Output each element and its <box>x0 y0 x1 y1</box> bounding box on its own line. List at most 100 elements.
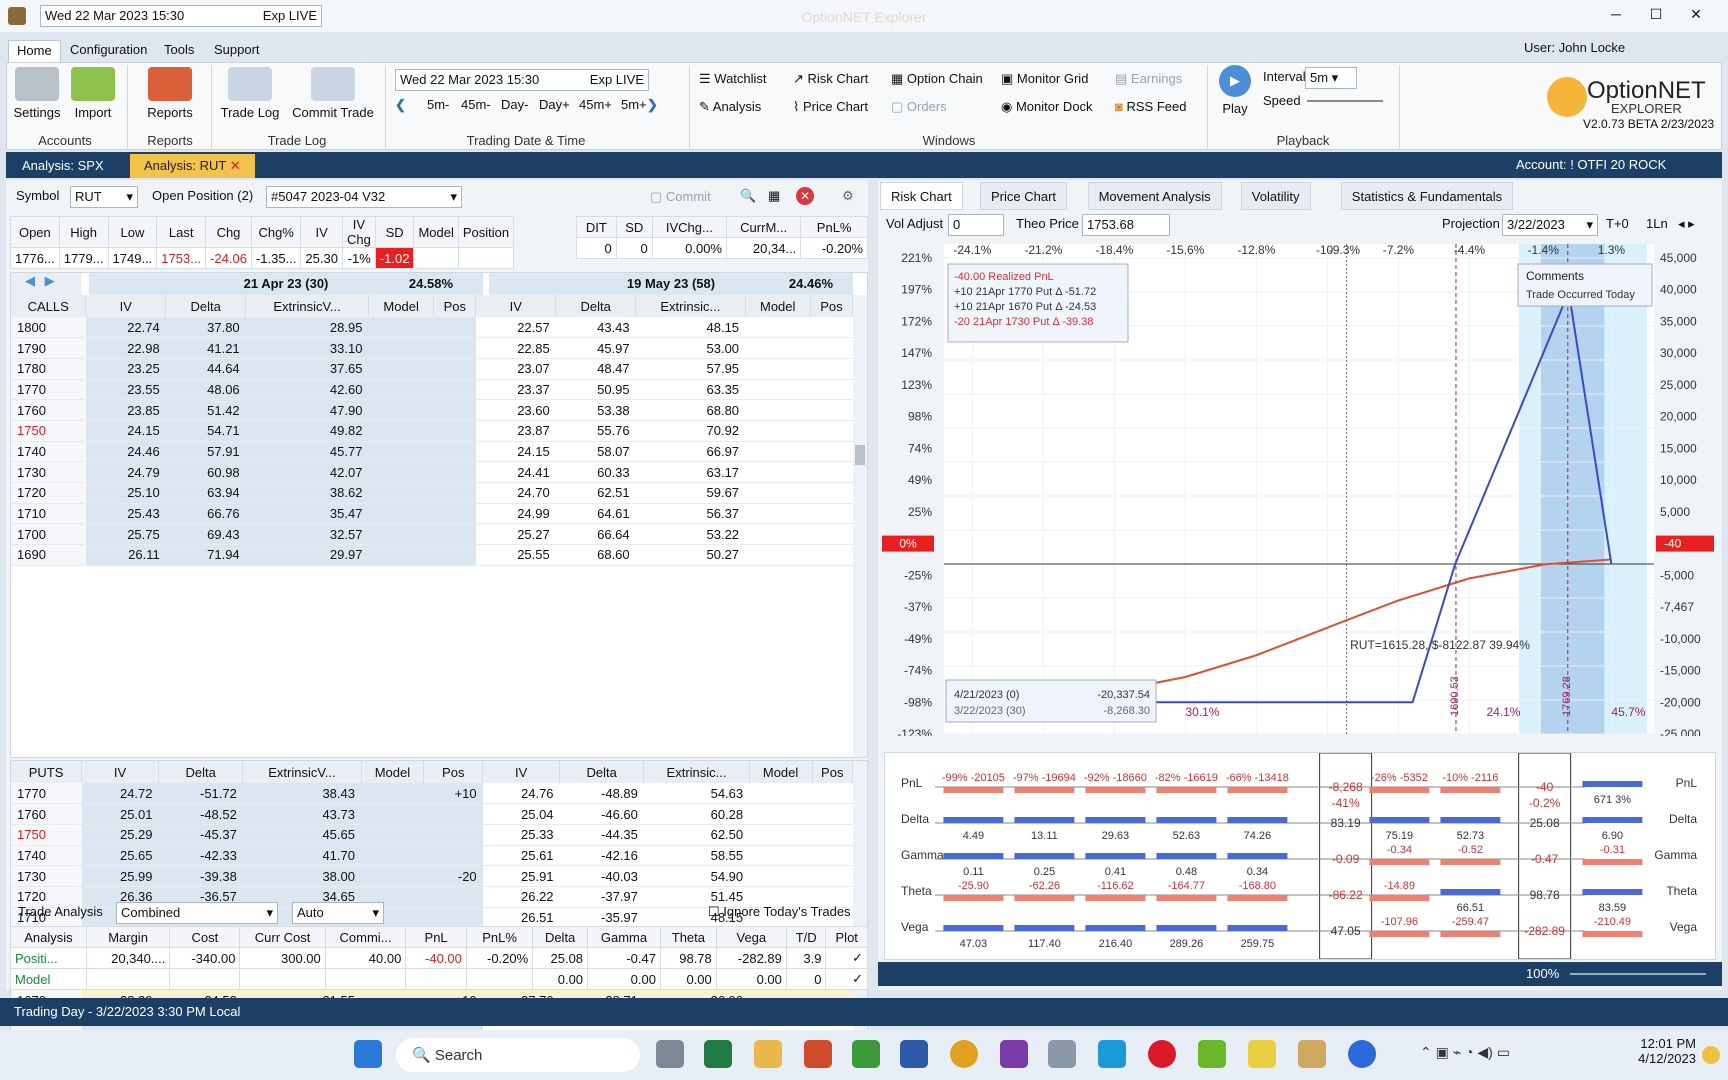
position-select[interactable]: #5047 2023-04 V32 ▾ <box>266 186 462 208</box>
minimize-button[interactable]: ─ <box>1604 6 1628 26</box>
menu-support[interactable]: Support <box>206 40 268 62</box>
chain-row[interactable]: 1730 25.99 -39.38 38.00 -20 25.91 -40.03 54.90 <box>11 865 853 887</box>
vol-adjust-input[interactable]: 0 <box>948 214 1004 236</box>
chain-row[interactable]: 1780 23.25 44.64 37.65 23.07 48.47 57.95 <box>11 358 853 380</box>
chain-row[interactable]: 1720 25.10 63.94 38.62 24.70 62.51 59.67 <box>11 482 853 504</box>
clock[interactable]: 12:01 PM 4/12/2023 <box>1626 1036 1696 1066</box>
step-day-back[interactable]: Day- <box>501 97 528 112</box>
chain-row[interactable]: 1760 25.01 -48.52 43.73 25.04 -46.60 60.28 <box>11 803 853 825</box>
chart-tab[interactable]: Statistics & Fundamentals <box>1340 182 1514 210</box>
close-icon[interactable]: ✕ <box>230 158 241 173</box>
optionnet-task-icon[interactable] <box>1298 1040 1326 1068</box>
next-icon[interactable]: ❯ <box>647 97 658 113</box>
watchlist-button[interactable]: ☰ Watchlist <box>699 71 767 87</box>
app-icon-green[interactable] <box>852 1040 880 1068</box>
close-button[interactable]: ✕ <box>1684 6 1708 26</box>
monitor-grid-button[interactable]: ▣ Monitor Grid <box>1001 71 1088 87</box>
interval-select[interactable]: 5m ▾ <box>1305 67 1357 89</box>
analysis-button[interactable]: ✎ Analysis <box>699 99 761 115</box>
powerpoint-icon[interactable] <box>804 1040 832 1068</box>
earnings-button[interactable]: ▤ Earnings <box>1115 71 1182 87</box>
next-exp-icon[interactable]: ▶ <box>39 273 55 288</box>
projection-nav-icon[interactable]: ◂ ▸ <box>1678 216 1695 232</box>
calls-scrollbar[interactable] <box>853 295 867 757</box>
step-45m-back[interactable]: 45m- <box>461 97 491 112</box>
chrome-icon[interactable] <box>950 1040 978 1068</box>
chain-row[interactable]: 1760 23.85 51.42 47.90 23.60 53.38 68.80 <box>11 399 853 421</box>
trade-log-button[interactable]: Trade Log <box>217 67 283 120</box>
menu-configuration[interactable]: Configuration <box>62 40 155 62</box>
chain-row[interactable]: 1750 25.29 -45.37 45.65 25.33 -44.35 62.50 <box>11 824 853 846</box>
chain-row[interactable]: 1710 25.43 66.76 35.47 24.99 64.61 56.37 <box>11 503 853 525</box>
notes-icon[interactable] <box>1248 1040 1276 1068</box>
menu-home[interactable]: Home <box>8 40 61 62</box>
reports-button[interactable]: Reports <box>137 67 203 120</box>
chain-row[interactable]: 1770 24.72 -51.72 38.43 +10 24.76 -48.89 54.63 <box>11 783 853 805</box>
chain-cell: -45.37 <box>158 824 243 846</box>
chart-tab[interactable]: Movement Analysis <box>1087 182 1222 210</box>
excel-icon[interactable] <box>704 1040 732 1068</box>
skype-icon[interactable] <box>1098 1040 1126 1068</box>
chain-row[interactable]: 1740 25.65 -42.33 41.70 25.61 -42.16 58.55 <box>11 845 853 867</box>
step-45m-forward[interactable]: 45m+ <box>579 97 612 112</box>
chain-row[interactable]: 1770 23.55 48.06 42.60 23.37 50.95 63.35 <box>11 379 853 401</box>
step-5m-forward[interactable]: 5m+ <box>621 97 647 112</box>
projection-select[interactable]: 3/22/2023 ▾ <box>1502 214 1598 236</box>
chain-row[interactable]: 1740 24.46 57.91 45.77 24.15 58.07 66.97 <box>11 441 853 463</box>
theo-price-input[interactable]: 1753.68 <box>1082 214 1170 236</box>
import-button[interactable]: Import <box>67 67 119 120</box>
step-5m-back[interactable]: 5m- <box>427 97 449 112</box>
camtasia-icon[interactable] <box>1198 1040 1226 1068</box>
chain-row[interactable]: 1700 25.75 69.43 32.57 25.27 66.64 53.22 <box>11 523 853 546</box>
step-day-forward[interactable]: Day+ <box>539 97 570 112</box>
delete-icon[interactable]: ✕ <box>796 187 814 205</box>
commit-trade-button[interactable]: Commit Trade <box>289 67 377 120</box>
price-chart-button[interactable]: ⌇ Price Chart <box>793 99 868 115</box>
ignore-trades-checkbox[interactable]: ☐ Ignore Today's Trades <box>708 904 851 920</box>
search-icon[interactable]: 🔍 <box>740 188 756 204</box>
ta-mode-select[interactable]: Combined ▾ <box>116 902 278 924</box>
risk-chart-button[interactable]: ↗ Risk Chart <box>793 71 868 87</box>
ta-auto-select[interactable]: Auto ▾ <box>292 902 384 924</box>
symbol-select[interactable]: RUT ▾ <box>70 186 138 208</box>
chart-tab[interactable]: Price Chart <box>980 182 1068 210</box>
chain-row[interactable]: 1790 22.98 41.21 33.10 22.85 45.97 53.00 <box>11 337 853 359</box>
word-icon[interactable] <box>900 1040 928 1068</box>
rss-feed-button[interactable]: ◙ RSS Feed <box>1115 99 1186 114</box>
chain-row[interactable]: 1800 22.74 37.80 28.95 22.57 43.43 48.15 <box>11 317 853 339</box>
grid-icon[interactable]: ▦ <box>768 188 780 204</box>
option-chain-button[interactable]: ▦ Option Chain <box>891 71 983 87</box>
chain-row[interactable]: 1750 24.15 54.71 49.82 23.87 55.76 70.92 <box>11 420 853 442</box>
tab-analysis-spx[interactable]: Analysis: SPX <box>8 154 118 178</box>
snip-icon[interactable] <box>1048 1040 1076 1068</box>
gear-icon[interactable]: ⚙ <box>842 188 854 204</box>
risk-chart[interactable]: 221% 197% 172% 147% 123% 98% 74% 49% 25% 0% -25% -3… <box>878 236 1722 736</box>
tab-analysis-rut[interactable]: Analysis: RUT ✕ <box>130 154 255 178</box>
chart-tab[interactable]: Volatility <box>1240 182 1311 210</box>
prev-icon[interactable]: ❮ <box>395 97 406 113</box>
taskbar-search[interactable]: 🔍 Search <box>396 1038 640 1072</box>
notification-icon[interactable] <box>1702 1046 1720 1064</box>
chart-tab[interactable]: Risk Chart <box>880 182 963 210</box>
opera-icon[interactable] <box>1148 1040 1176 1068</box>
zoom-icon[interactable] <box>1348 1040 1376 1068</box>
settings-button[interactable]: Settings <box>11 67 63 120</box>
zoom-slider[interactable] <box>1570 973 1706 975</box>
play-button[interactable]: ▶ Play <box>1213 65 1257 116</box>
chain-row[interactable]: 1730 24.79 60.98 42.07 24.41 60.33 63.17 <box>11 461 853 483</box>
tray-icons[interactable]: ⌃ ▣ ⌁ ◔ ◀) ▭ <box>1420 1044 1510 1061</box>
maximize-button[interactable]: ☐ <box>1644 6 1668 26</box>
trading-date-field[interactable]: Wed 22 Mar 2023 15:30 Exp LIVE <box>395 69 649 91</box>
menu-tools[interactable]: Tools <box>156 40 202 62</box>
slack-icon[interactable] <box>1000 1040 1028 1068</box>
chain-row[interactable]: 1690 26.11 71.94 29.97 25.55 68.60 50.27 <box>11 544 853 566</box>
commit-button[interactable]: ▢ Commit <box>650 189 711 205</box>
speed-slider[interactable] <box>1307 100 1383 102</box>
task-view-icon[interactable] <box>656 1040 684 1068</box>
orders-button[interactable]: ▢ Orders <box>891 99 947 115</box>
chain-col-header: Pos <box>423 761 484 783</box>
windows-start-icon[interactable] <box>354 1040 382 1068</box>
explorer-icon[interactable] <box>754 1040 782 1068</box>
prev-exp-icon[interactable]: ◀ <box>11 273 35 288</box>
monitor-dock-button[interactable]: ◉ Monitor Dock <box>1001 99 1093 115</box>
